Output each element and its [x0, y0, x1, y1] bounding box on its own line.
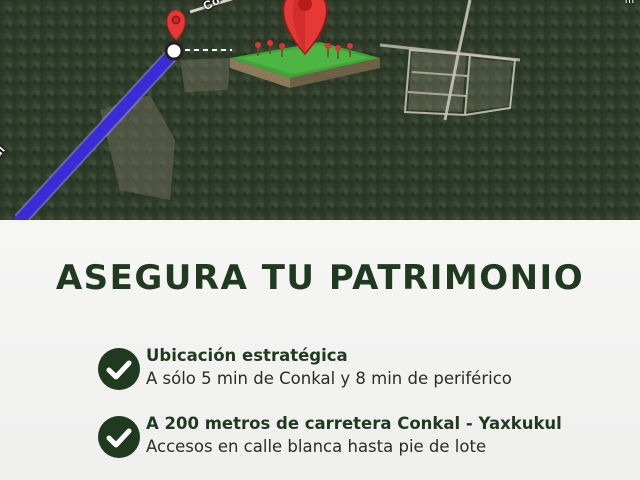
- feature-subtitle: A sólo 5 min de Conkal y 8 min de perifé…: [146, 369, 512, 388]
- feature-item: Ubicación estratégica A sólo 5 min de Co…: [98, 344, 618, 404]
- map-imagery: [0, 0, 640, 220]
- feature-item: A 200 metros de carretera Conkal - Yaxku…: [98, 412, 618, 472]
- route-endpoint: [164, 41, 184, 61]
- satellite-map: kal-Yaxkukul Co m: [0, 0, 640, 220]
- check-circle-icon: [98, 348, 140, 390]
- feature-title: Ubicación estratégica: [146, 346, 348, 365]
- feature-subtitle: Accesos en calle blanca hasta pie de lot…: [146, 437, 487, 456]
- corner-label: m: [624, 0, 634, 6]
- feature-title: A 200 metros de carretera Conkal - Yaxku…: [146, 414, 562, 433]
- cleared-land-patch: [180, 58, 230, 92]
- check-circle-icon: [98, 416, 140, 458]
- headline: ASEGURA TU PATRIMONIO: [55, 258, 585, 298]
